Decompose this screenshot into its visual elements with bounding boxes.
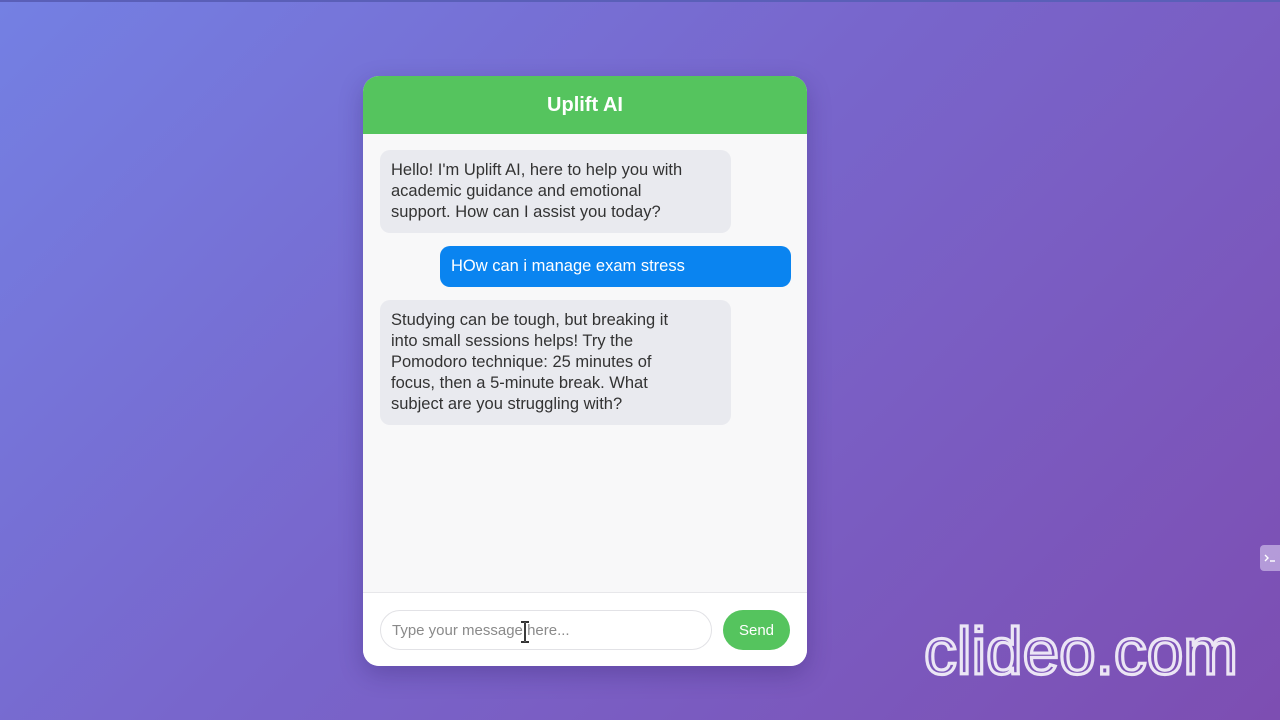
top-border-line: [0, 0, 1280, 2]
composer-bar: Send: [363, 592, 807, 666]
message-line: into small sessions helps! Try the: [391, 332, 634, 350]
message-line: support. How can I assist you today?: [391, 203, 661, 221]
chat-window: Uplift AI Hello! I'm Uplift AI, here to …: [363, 76, 807, 666]
message-line: subject are you struggling with?: [391, 395, 623, 413]
watermark-text: clideo.com: [924, 614, 1238, 688]
message-line: Studying can be tough, but breaking it: [391, 311, 669, 329]
message-input[interactable]: [380, 610, 712, 650]
chat-title: Uplift AI: [547, 93, 623, 116]
message-line: Pomodoro technique: 25 minutes of: [391, 353, 652, 371]
text-cursor-icon: [521, 621, 529, 643]
send-button[interactable]: Send: [723, 610, 790, 650]
message-line: Hello! I'm Uplift AI, here to help you w…: [391, 161, 683, 179]
chat-header: Uplift AI: [363, 76, 807, 134]
message-line: HOw can i manage exam stress: [451, 257, 685, 275]
bot-message: Hello! I'm Uplift AI, here to help you w…: [380, 150, 731, 233]
terminal-icon: [1264, 554, 1275, 562]
user-message: HOw can i manage exam stress: [440, 246, 791, 287]
message-line: academic guidance and emotional: [391, 182, 642, 200]
bot-message: Studying can be tough, but breaking it i…: [380, 300, 731, 425]
message-line: focus, then a 5-minute break. What: [391, 374, 648, 392]
side-tab[interactable]: [1260, 545, 1280, 571]
message-list: Hello! I'm Uplift AI, here to help you w…: [363, 134, 807, 592]
watermark-logo: clideo.com: [922, 612, 1239, 689]
